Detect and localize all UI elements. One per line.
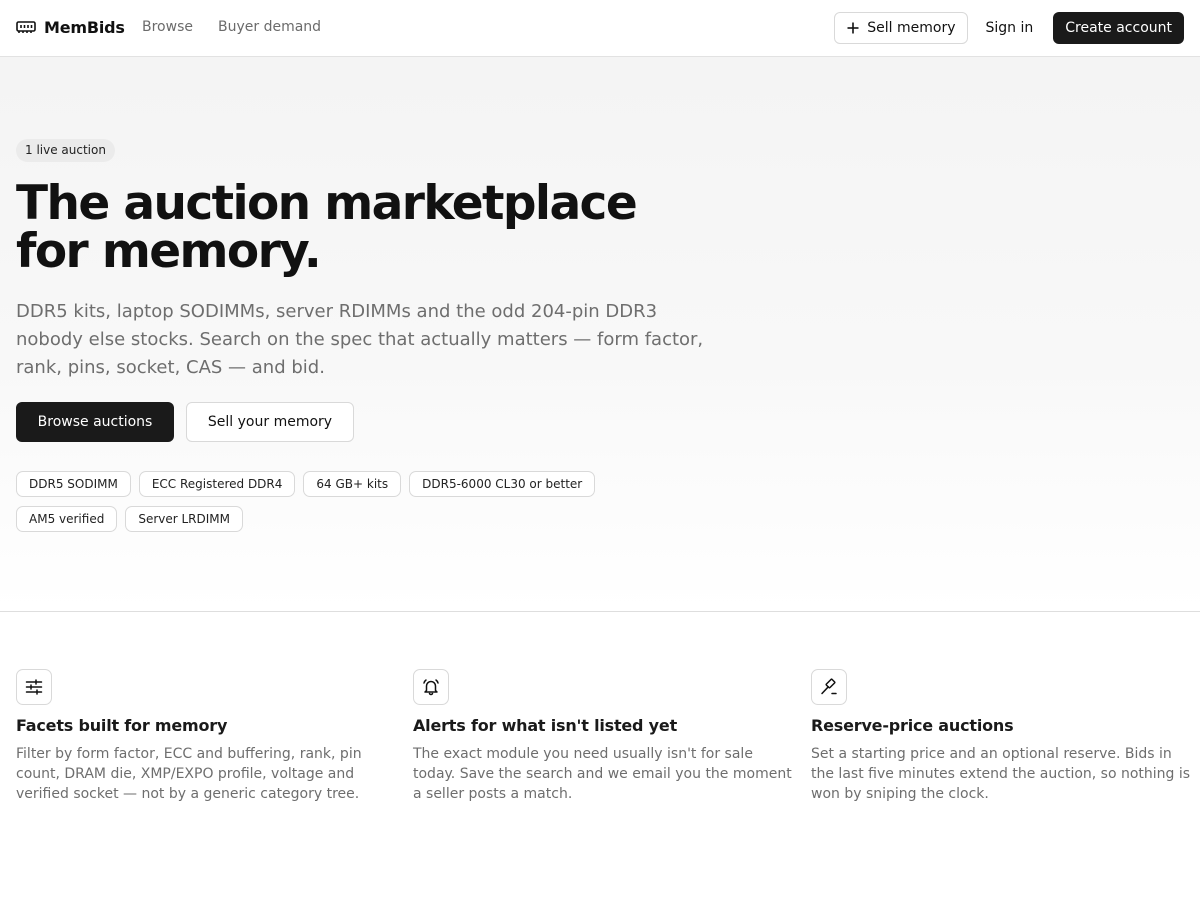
feature-description: Set a starting price and an optional res…: [811, 746, 1191, 802]
plus-icon: [846, 21, 860, 35]
feature-description: Filter by form factor, ECC and buffering…: [16, 746, 362, 802]
headline-line-1: The auction marketplace: [16, 176, 638, 231]
live-auction-badge: 1 live auction: [16, 139, 115, 162]
chip-ddr5-6000-cl30[interactable]: DDR5-6000 CL30 or better: [409, 471, 596, 497]
bell-icon: [413, 669, 449, 705]
feature-title: Alerts for what isn't listed yet: [413, 716, 678, 735]
feature-title: Reserve-price auctions: [811, 716, 1014, 735]
headline-line-2: for memory.: [16, 224, 322, 279]
gavel-icon: [811, 669, 847, 705]
feature-card: Facets built for memory Filter by form f…: [16, 669, 396, 804]
hero-section: 1 live auction The auction marketplace f…: [0, 57, 1200, 612]
chip-am5-verified[interactable]: AM5 verified: [16, 506, 118, 532]
create-account-button[interactable]: Create account: [1053, 12, 1184, 44]
sign-in-button[interactable]: Sign in: [986, 20, 1034, 36]
sell-memory-button[interactable]: Sell memory: [834, 12, 968, 44]
chip-server-lrdimm[interactable]: Server LRDIMM: [125, 506, 244, 532]
page-title: The auction marketplace for memory.: [16, 180, 656, 276]
sell-your-memory-button[interactable]: Sell your memory: [186, 402, 354, 442]
brand-logo[interactable]: MemBids: [16, 17, 125, 37]
quick-filter-chips: DDR5 SODIMM ECC Registered DDR4 64 GB+ k…: [16, 471, 696, 541]
nav-actions: Sell memory Sign in Create account: [834, 12, 1184, 44]
feature-card: Reserve-price auctions Set a starting pr…: [811, 669, 1191, 804]
hero-description: DDR5 kits, laptop SODIMMs, server RDIMMs…: [16, 301, 704, 378]
feature-card: Alerts for what isn't listed yet The exa…: [413, 669, 793, 804]
chip-64gb-kits[interactable]: 64 GB+ kits: [303, 471, 402, 497]
chip-ddr5-sodimm[interactable]: DDR5 SODIMM: [16, 471, 131, 497]
chip-ecc-registered-ddr4[interactable]: ECC Registered DDR4: [138, 471, 296, 497]
browse-auctions-button[interactable]: Browse auctions: [16, 402, 174, 442]
feature-title: Facets built for memory: [16, 716, 228, 735]
feature-description: The exact module you need usually isn't …: [413, 746, 792, 802]
top-nav: MemBids Browse Buyer demand Sell memory …: [0, 0, 1200, 57]
nav-link-browse[interactable]: Browse: [142, 19, 193, 35]
sliders-icon: [16, 669, 52, 705]
memory-chip-icon: [16, 17, 36, 37]
sell-memory-label: Sell memory: [867, 20, 956, 36]
brand-name: MemBids: [44, 17, 125, 37]
nav-link-buyer-demand[interactable]: Buyer demand: [218, 19, 321, 35]
